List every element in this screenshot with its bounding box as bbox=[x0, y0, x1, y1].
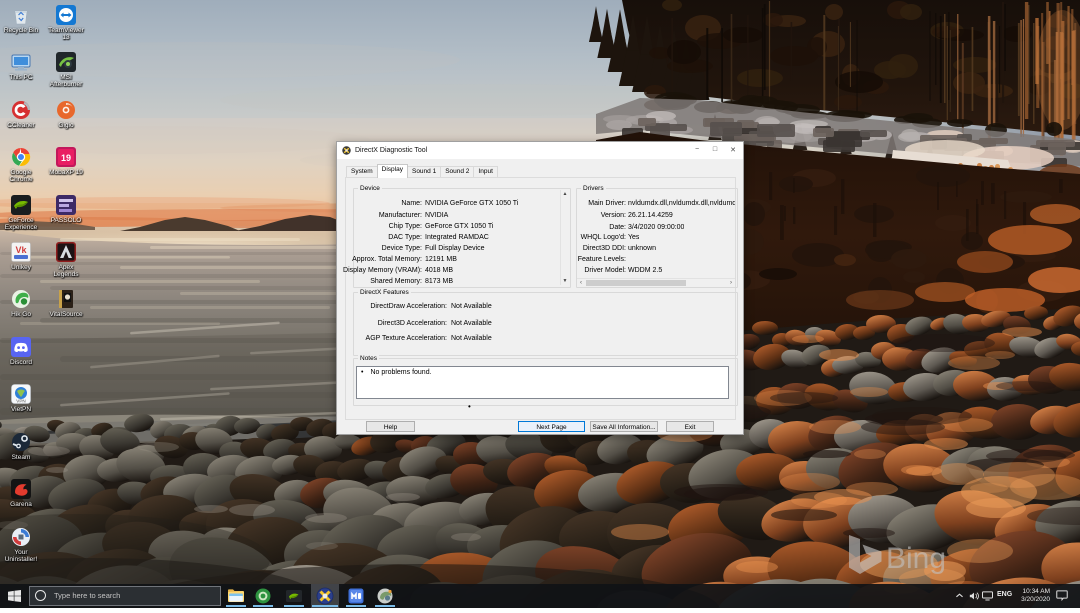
svg-text:Bing: Bing bbox=[886, 542, 946, 575]
svg-text:VPN: VPN bbox=[16, 399, 25, 404]
svg-text:19: 19 bbox=[61, 153, 71, 163]
svg-text:Vk: Vk bbox=[15, 245, 27, 255]
